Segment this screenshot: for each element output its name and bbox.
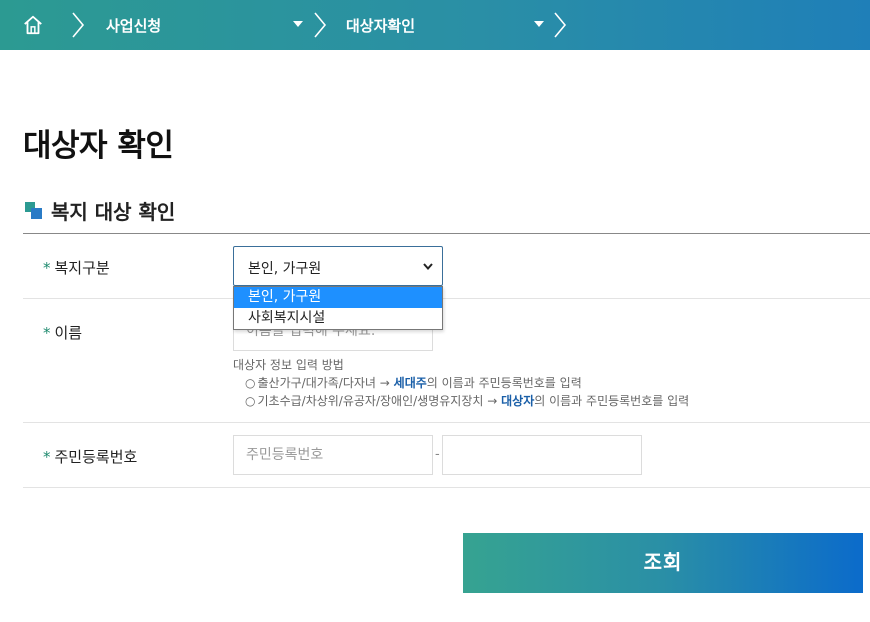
section-bullet-icon	[25, 202, 43, 220]
input-guide: 대상자 정보 입력 방법 ○ 출산가구/대가족/다자녀 → 세대주의 이름과 주민…	[233, 356, 689, 410]
search-button[interactable]: 조회	[463, 533, 863, 593]
breadcrumb: 사업신청 대상자확인	[0, 0, 870, 50]
section-title: 복지 대상 확인	[51, 200, 176, 224]
page-title: 대상자 확인	[23, 128, 174, 164]
row-divider	[23, 487, 870, 488]
chevron-right-icon	[72, 12, 85, 38]
welfare-type-selected-value: 본인, 가구원	[248, 261, 322, 277]
rrn-front-input[interactable]	[233, 435, 433, 475]
required-mark: *	[43, 448, 51, 466]
guide-title: 대상자 정보 입력 방법	[233, 358, 344, 372]
chevron-right-icon	[314, 12, 327, 38]
breadcrumb-item-application[interactable]: 사업신청	[106, 15, 161, 36]
name-label: * 이름	[43, 324, 83, 342]
rrn-separator: -	[435, 447, 440, 462]
option-self-household[interactable]: 본인, 가구원	[234, 287, 442, 308]
chevron-right-icon	[554, 12, 567, 38]
required-mark: *	[43, 259, 51, 277]
welfare-type-label: * 복지구분	[43, 259, 110, 277]
required-mark: *	[43, 324, 51, 342]
rrn-back-input[interactable]	[442, 435, 642, 475]
caret-down-icon[interactable]	[293, 21, 303, 27]
guide-line-2: ○ 기초수급/차상위/유공자/장애인/생명유지장치 → 대상자의 이름과 주민등록…	[245, 394, 690, 408]
row-divider	[23, 422, 870, 423]
welfare-type-select[interactable]: 본인, 가구원	[233, 246, 443, 286]
breadcrumb-item-target-check[interactable]: 대상자확인	[346, 15, 415, 36]
guide-line-1: ○ 출산가구/대가족/다자녀 → 세대주의 이름과 주민등록번호를 입력	[245, 376, 582, 390]
rrn-label: * 주민등록번호	[43, 448, 138, 466]
chevron-down-icon	[423, 263, 433, 271]
form-divider	[23, 233, 870, 234]
row-divider	[23, 298, 870, 299]
option-welfare-facility[interactable]: 사회복지시설	[234, 308, 442, 329]
home-icon[interactable]	[22, 14, 44, 36]
welfare-type-options: 본인, 가구원 사회복지시설	[233, 286, 443, 330]
caret-down-icon[interactable]	[534, 21, 544, 27]
